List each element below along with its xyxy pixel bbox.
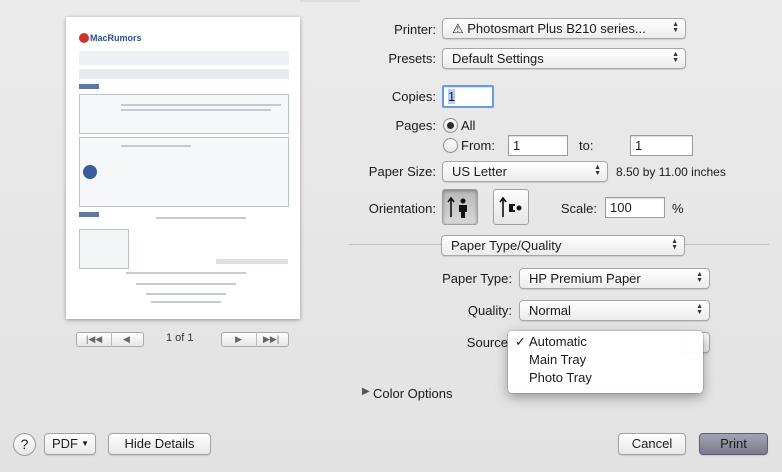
preview-text-line — [146, 293, 226, 295]
portrait-button[interactable] — [442, 189, 478, 225]
checkmark-icon: ✓ — [515, 334, 526, 349]
source-label: Source — [466, 335, 508, 350]
preview-text-line — [121, 109, 271, 111]
page-preview: MacRumors — [66, 17, 300, 319]
pages-to-input[interactable]: 1 — [630, 135, 693, 156]
preview-nav-next-last[interactable]: ▶ ▶▶| — [221, 332, 289, 347]
preview-post — [79, 137, 289, 207]
background-ghost — [300, 0, 360, 2]
paper-size-dimensions: 8.50 by 11.00 inches — [616, 165, 726, 179]
preview-header — [79, 69, 289, 79]
preview-text-line — [121, 145, 191, 147]
paper-size-popup[interactable]: US Letter ▲ ▼ — [442, 161, 608, 182]
copies-label: Copies: — [391, 89, 436, 104]
paper-size-value: US Letter — [452, 164, 507, 179]
paper-type-label: Paper Type: — [442, 271, 512, 286]
source-option-automatic[interactable]: ✓ Automatic — [508, 333, 703, 351]
pages-from-input[interactable]: 1 — [508, 135, 568, 156]
preview-post — [79, 94, 289, 134]
pdf-menu-button[interactable]: PDF ▼ — [44, 433, 96, 455]
portrait-orientation-icon — [447, 196, 467, 218]
chevron-updown-icon: ▲ ▼ — [594, 164, 601, 177]
preview-text-line — [126, 272, 246, 274]
printer-value: ⚠ Photosmart Plus B210 series... — [452, 21, 646, 36]
preview-text-line — [121, 104, 281, 106]
scale-unit: % — [672, 201, 684, 216]
printer-popup[interactable]: ⚠ Photosmart Plus B210 series... ▲ ▼ — [442, 18, 686, 39]
prev-page-icon[interactable]: ◀ — [123, 333, 130, 346]
source-option-photo-tray[interactable]: Photo Tray — [508, 369, 703, 387]
page-indicator: 1 of 1 — [166, 332, 194, 344]
preview-text-line — [136, 283, 236, 285]
pages-all-label: All — [461, 118, 476, 133]
landscape-button[interactable] — [493, 189, 529, 225]
chevron-updown-icon: ▲ ▼ — [671, 238, 678, 251]
preview-text-line — [156, 217, 246, 219]
pages-from-label: From: — [461, 138, 495, 153]
landscape-orientation-icon — [499, 196, 522, 217]
preview-text-line — [151, 301, 221, 303]
disclosure-triangle-icon[interactable]: ▶ — [362, 386, 370, 397]
logo-icon — [79, 33, 89, 43]
cancel-button[interactable]: Cancel — [618, 433, 686, 455]
first-page-icon[interactable]: |◀◀ — [86, 333, 102, 346]
presets-popup[interactable]: Default Settings ▲ ▼ — [442, 48, 686, 69]
paper-size-label: Paper Size: — [368, 164, 436, 179]
chevron-updown-icon: ▲ ▼ — [672, 51, 679, 64]
last-page-icon[interactable]: ▶▶| — [263, 333, 279, 346]
print-dialog: MacRumors |◀◀ ◀ 1 of 1 ▶ ▶▶| Printer: ⚠ … — [0, 0, 782, 472]
quality-popup[interactable]: Normal ▲ ▼ — [519, 300, 710, 321]
printer-label: Printer: — [394, 22, 436, 37]
source-option-main-tray[interactable]: Main Tray — [508, 351, 703, 369]
preview-nav-first-prev[interactable]: |◀◀ ◀ — [76, 332, 144, 347]
avatar — [83, 165, 97, 179]
orientation-label: Orientation: — [368, 201, 436, 216]
print-button[interactable]: Print — [699, 433, 768, 455]
hide-details-button[interactable]: Hide Details — [108, 433, 211, 455]
help-icon: ? — [20, 436, 29, 452]
chevron-updown-icon: ▲ ▼ — [696, 303, 703, 316]
source-menu: ✓ Automatic Main Tray Photo Tray — [508, 331, 703, 393]
preview-button — [79, 84, 99, 89]
chevron-down-icon: ▼ — [81, 439, 89, 448]
presets-value: Default Settings — [452, 51, 544, 66]
help-button[interactable]: ? — [13, 433, 36, 456]
preview-forum-jump — [216, 259, 288, 264]
preview-logo-text: MacRumors — [90, 33, 142, 43]
quality-label: Quality: — [467, 303, 512, 318]
pages-from-radio[interactable] — [443, 138, 458, 153]
preview-button — [79, 212, 99, 217]
paper-type-value: HP Premium Paper — [529, 271, 641, 286]
preview-sidebar-box — [79, 229, 129, 269]
scale-input[interactable]: 100 — [605, 197, 665, 218]
section-value: Paper Type/Quality — [451, 238, 562, 253]
color-options-label[interactable]: Color Options — [373, 386, 452, 401]
copies-input[interactable]: 1 — [442, 85, 494, 108]
preview-nav-bar — [79, 51, 289, 65]
section-popup[interactable]: Paper Type/Quality ▲ ▼ — [441, 235, 685, 256]
quality-value: Normal — [529, 303, 571, 318]
chevron-updown-icon: ▲ ▼ — [672, 21, 679, 34]
scale-label: Scale: — [560, 201, 597, 216]
paper-type-popup[interactable]: HP Premium Paper ▲ ▼ — [519, 268, 710, 289]
presets-label: Presets: — [388, 51, 436, 66]
chevron-updown-icon: ▲ ▼ — [696, 271, 703, 284]
pages-to-label: to: — [579, 138, 594, 153]
pages-label: Pages: — [395, 118, 436, 133]
next-page-icon[interactable]: ▶ — [235, 333, 242, 346]
pages-all-radio[interactable] — [443, 118, 458, 133]
